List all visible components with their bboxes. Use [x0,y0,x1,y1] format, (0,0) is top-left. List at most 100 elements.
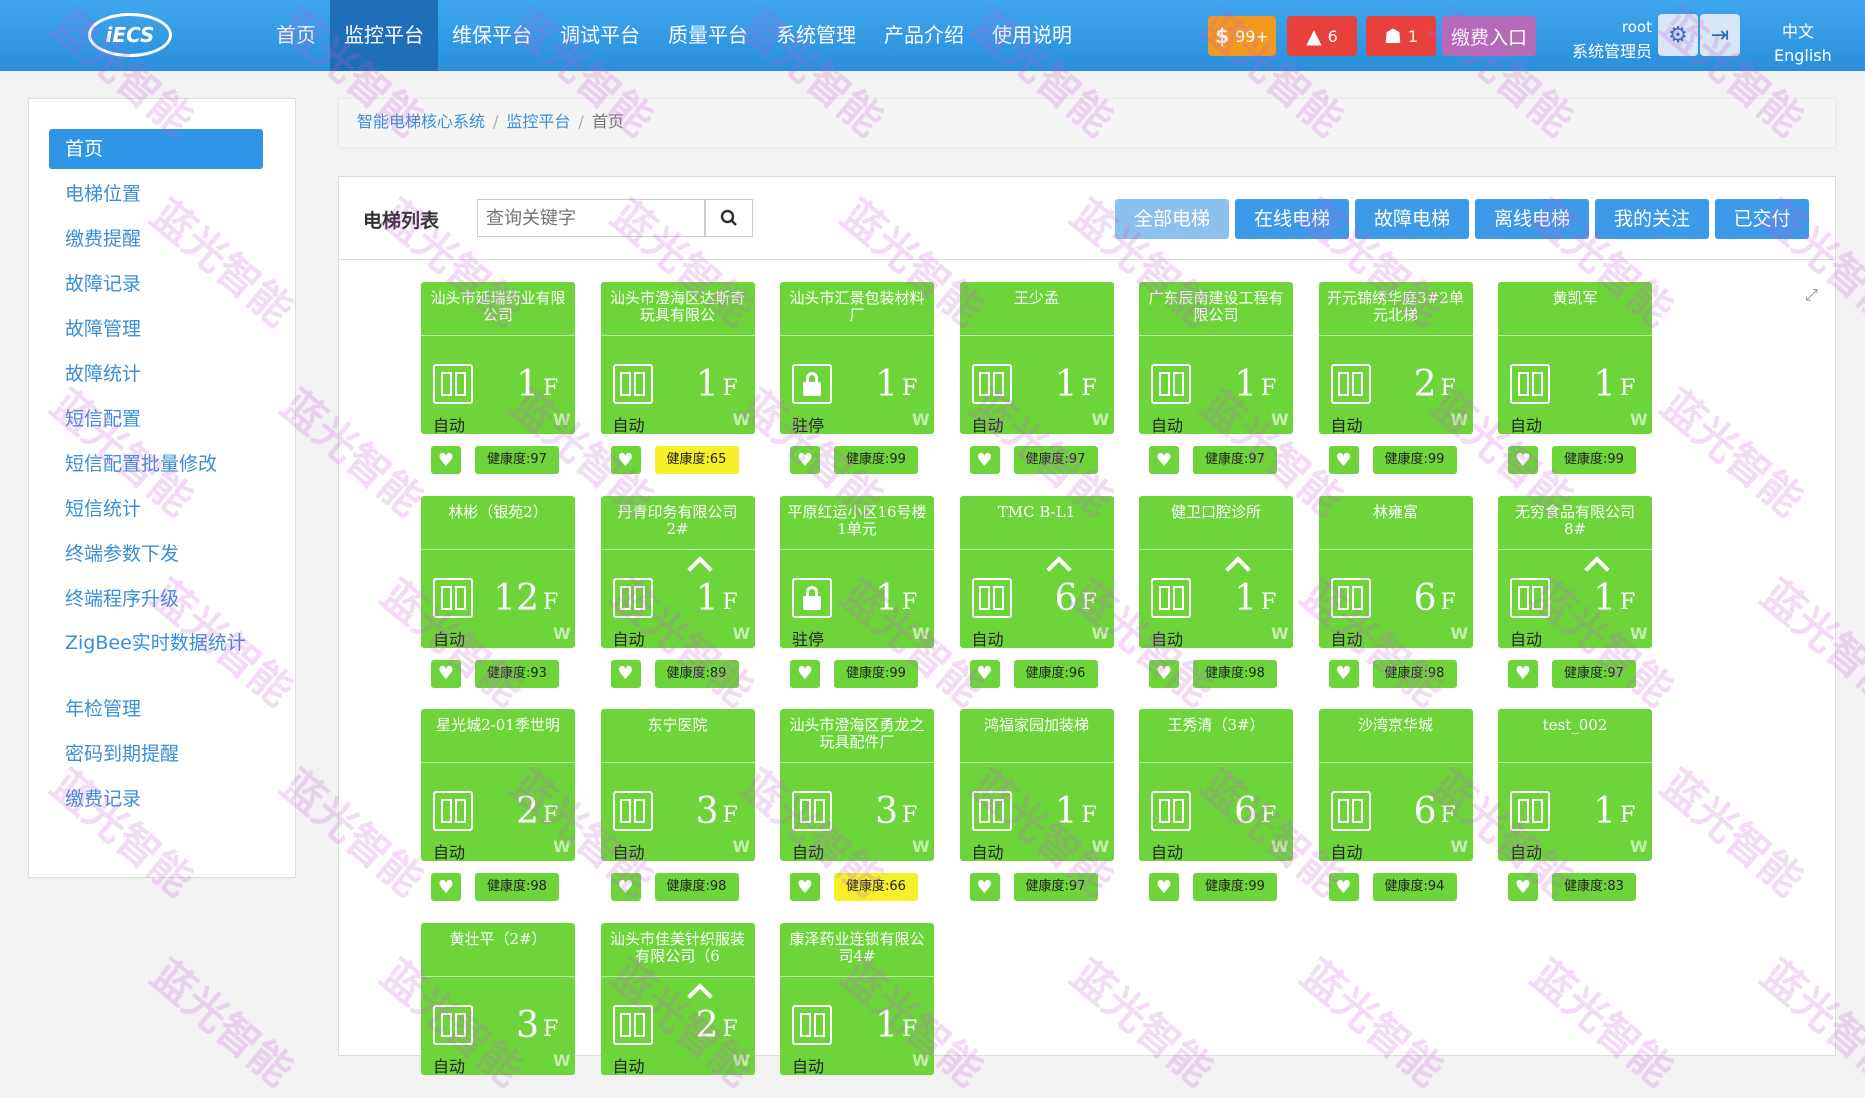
settings-icon[interactable]: ⚙ [1658,14,1698,56]
elevator-card[interactable]: 无穷食品有限公司8# 1 F 自动 W [1498,495,1652,648]
elevator-card[interactable]: 鸿福家园加装梯 1 F 自动 W [959,709,1114,861]
elevator-card[interactable]: 东宁医院 3 F 自动 W [600,709,755,861]
elevator-card[interactable]: 汕头市澄海区勇龙之玩具配件厂 3 F 自动 W [780,709,934,861]
fullscreen-icon[interactable]: ⤢ [1805,285,1818,305]
elevator-card[interactable]: 沙湾京华城 6 F 自动 W [1318,709,1473,861]
elevator-name: 黄壮平（2#） [449,930,547,948]
favorite-heart-icon[interactable]: ♥ [790,873,820,901]
nav-system[interactable]: 系统管理 [762,0,870,71]
nav-manual[interactable]: 使用说明 [978,0,1086,71]
favorite-heart-icon[interactable]: ♥ [969,446,1000,474]
alarm-badge-button[interactable]: ▲ 6 [1287,16,1357,56]
sidebar-item-terminal-upgrade[interactable]: 终端程序升级 [49,579,263,619]
sidebar-item-sms-config[interactable]: 短信配置 [49,399,263,439]
favorite-heart-icon[interactable]: ♥ [1508,873,1538,901]
nav-quality[interactable]: 质量平台 [654,0,762,71]
elevator-card[interactable]: 林雍富 6 F 自动 W [1318,495,1473,648]
favorite-heart-icon[interactable]: ♥ [610,873,641,901]
run-mode: 自动 [1510,416,1543,434]
favorite-heart-icon[interactable]: ♥ [790,659,820,688]
favorite-heart-icon[interactable]: ♥ [431,659,461,688]
elevator-card[interactable]: 开元锦绣华庭3#2单元北梯 2 F 自动 W [1318,282,1473,434]
favorite-heart-icon[interactable]: ♥ [969,659,1000,688]
elevator-card[interactable]: 黄凯军 1 F 自动 W [1498,282,1652,434]
health-score: 健康度:94 [1372,873,1457,901]
favorite-heart-icon[interactable]: ♥ [610,446,641,474]
nav-monitor[interactable]: 监控平台 [330,0,438,71]
sidebar-item-sms-stats[interactable]: 短信统计 [49,489,263,529]
nav-product[interactable]: 产品介绍 [870,0,978,71]
favorite-heart-icon[interactable]: ♥ [1508,446,1538,474]
favorite-heart-icon[interactable]: ♥ [1149,659,1179,688]
elevator-card[interactable]: test_002 1 F 自动 W [1498,709,1652,861]
favorite-heart-icon[interactable]: ♥ [1328,659,1359,688]
nav-debug[interactable]: 调试平台 [546,0,654,71]
floor-number: 2 [695,1004,719,1046]
sidebar-item-location[interactable]: 电梯位置 [49,174,263,214]
sidebar-item-home[interactable]: 首页 [49,129,263,169]
filter-online-button[interactable]: 在线电梯 [1235,199,1349,239]
elevator-card[interactable]: 汕头市佳美针织服装有限公司（6 2 F 自动 W [600,922,755,1075]
elevator-card[interactable]: 星光城2-01季世明 2 F 自动 W [421,709,575,861]
nav-maintenance[interactable]: 维保平台 [438,0,546,71]
elevator-card[interactable]: 汕头市延瑞药业有限公司 1 F 自动 W [421,282,575,434]
favorite-heart-icon[interactable]: ♥ [1508,659,1538,688]
pay-entry-button[interactable]: 缴费入口 [1442,16,1536,56]
run-mode: 自动 [612,843,645,861]
elevator-card[interactable]: 平原红运小区16号楼1单元 1 F 驻停 W [780,495,934,648]
sidebar-item-annual-check[interactable]: 年检管理 [49,689,263,729]
lang-chinese[interactable]: 中文 [1782,18,1814,42]
lang-english[interactable]: English [1774,46,1832,65]
elevator-card[interactable]: 汕头市汇景包装材料厂 1 F 驻停 W [780,282,934,434]
favorite-heart-icon[interactable]: ♥ [1149,446,1179,474]
sidebar-item-fee-reminder[interactable]: 缴费提醒 [49,219,263,259]
elevator-name: 汕头市佳美针织服装有限公司（6 [609,930,745,965]
sidebar-item-terminal-params[interactable]: 终端参数下发 [49,534,263,574]
sidebar-item-password-expiry[interactable]: 密码到期提醒 [49,734,263,774]
logout-icon[interactable]: ⇥ [1700,14,1740,56]
favorite-heart-icon[interactable]: ♥ [431,873,461,901]
search-button[interactable] [705,199,753,237]
elevator-card[interactable]: 广东辰南建设工程有限公司 1 F 自动 W [1139,282,1293,434]
filter-all-button[interactable]: 全部电梯 [1115,199,1229,239]
elevator-name: 王秀清（3#） [1167,717,1265,734]
sidebar-item-fault-record[interactable]: 故障记录 [49,264,263,304]
iecs-logo[interactable]: iECS [88,13,172,57]
sidebar-item-sms-batch[interactable]: 短信配置批量修改 [49,444,263,484]
elevator-card[interactable]: 黄壮平（2#） 3 F 自动 W [421,922,575,1075]
favorite-heart-icon[interactable]: ♥ [790,446,820,474]
filter-offline-button[interactable]: 离线电梯 [1475,199,1589,239]
elevator-card[interactable]: 健卫口腔诊所 1 F 自动 W [1139,495,1293,648]
favorite-heart-icon[interactable]: ♥ [969,873,1000,901]
favorite-heart-icon[interactable]: ♥ [610,659,641,688]
elevator-card[interactable]: 王秀清（3#） 6 F 自动 W [1139,709,1293,861]
elevator-card[interactable]: 康泽药业连锁有限公司4# 1 F 自动 W [780,922,934,1075]
trapped-badge-button[interactable]: ☗ 1 [1366,16,1436,56]
sidebar-item-fee-record[interactable]: 缴费记录 [49,779,263,819]
search-input[interactable] [477,199,705,237]
sidebar-item-fault-manage[interactable]: 故障管理 [49,309,263,349]
favorite-heart-icon[interactable]: ♥ [431,446,461,474]
filter-fault-button[interactable]: 故障电梯 [1355,199,1469,239]
breadcrumb-root[interactable]: 智能电梯核心系统 [357,112,485,131]
sidebar-item-zigbee[interactable]: ZigBee实时数据统计 [49,633,263,673]
favorite-heart-icon[interactable]: ♥ [1328,873,1359,901]
favorite-heart-icon[interactable]: ♥ [1149,873,1179,901]
nav-home[interactable]: 首页 [262,0,330,71]
elevator-card[interactable]: TMC B-L1 6 F 自动 W [959,495,1114,648]
elevator-card[interactable]: 林彬（银苑2） 12 F 自动 W [421,495,575,648]
filter-favorite-button[interactable]: 我的关注 [1595,199,1709,239]
sidebar-item-fault-stats[interactable]: 故障统计 [49,354,263,394]
filter-delivered-button[interactable]: 已交付 [1715,199,1809,239]
fee-badge-button[interactable]: $ 99+ [1208,16,1276,56]
favorite-heart-icon[interactable]: ♥ [1328,446,1359,474]
card-divider [1139,335,1293,336]
card-divider [1498,335,1652,336]
elevator-door-icon [1330,577,1371,618]
elevator-card[interactable]: 王少孟 1 F 自动 W [959,282,1114,434]
elevator-door-icon [1330,364,1371,404]
elevator-card[interactable]: 丹青印务有限公司 2# 1 F 自动 W [600,495,755,648]
elevator-card[interactable]: 汕头市澄海区达斯奇玩具有限公 1 F 自动 W [600,282,755,434]
breadcrumb-monitor[interactable]: 监控平台 [506,112,570,131]
floor-unit: F [902,589,918,615]
